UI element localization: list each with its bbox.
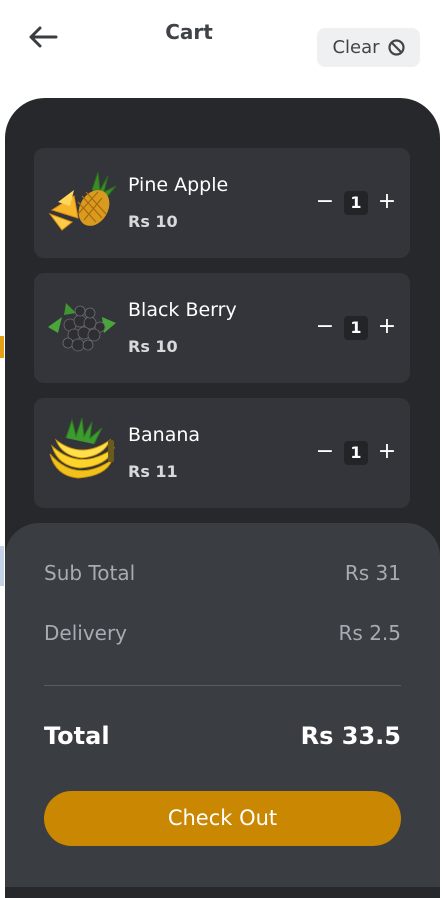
total-row: Total Rs 33.5: [44, 722, 401, 750]
quantity-stepper: − 1 +: [314, 441, 398, 465]
item-price: Rs 11: [128, 462, 178, 481]
page-title: Cart: [165, 20, 213, 44]
increase-button[interactable]: +: [376, 441, 398, 464]
quantity-value: 1: [344, 441, 368, 465]
delivery-label: Delivery: [44, 621, 128, 645]
item-price: Rs 10: [128, 212, 178, 231]
decrease-button[interactable]: −: [314, 441, 336, 464]
subtotal-label: Sub Total: [44, 561, 136, 585]
quantity-value: 1: [344, 316, 368, 340]
clear-button[interactable]: Clear: [317, 28, 420, 67]
banana-image: [49, 418, 115, 479]
increase-button[interactable]: +: [376, 316, 398, 339]
increase-button[interactable]: +: [376, 191, 398, 214]
quantity-value: 1: [344, 191, 368, 215]
pineapple-image: [48, 171, 117, 231]
decrease-button[interactable]: −: [314, 191, 336, 214]
cart-item: Banana Rs 11 − 1 +: [34, 398, 410, 508]
subtotal-row: Sub Total Rs 31: [44, 561, 401, 585]
clear-label: Clear: [332, 37, 380, 58]
cart-item: Black Berry Rs 10 − 1 +: [34, 273, 410, 383]
delivery-value: Rs 2.5: [338, 621, 401, 645]
header: Cart Clear: [0, 0, 442, 100]
item-name: Pine Apple: [128, 174, 229, 196]
quantity-stepper: − 1 +: [314, 191, 398, 215]
item-price: Rs 10: [128, 337, 178, 356]
total-label: Total: [44, 722, 110, 750]
side-accent-secondary: [0, 546, 4, 586]
delivery-row: Delivery Rs 2.5: [44, 621, 401, 645]
blackberry-image: [48, 303, 116, 352]
arrow-left-icon: [29, 26, 58, 48]
item-name: Black Berry: [128, 299, 237, 321]
total-value: Rs 33.5: [300, 722, 401, 750]
back-button[interactable]: [26, 22, 60, 52]
subtotal-value: Rs 31: [344, 561, 401, 585]
checkout-button[interactable]: Check Out: [44, 791, 401, 846]
quantity-stepper: − 1 +: [314, 316, 398, 340]
side-accent: [0, 336, 4, 358]
slash-circle-icon: [387, 39, 405, 56]
divider: [44, 685, 401, 686]
order-summary: Sub Total Rs 31 Delivery Rs 2.5 Total Rs…: [5, 523, 440, 887]
cart-item: Pine Apple Rs 10 − 1 +: [34, 148, 410, 258]
item-name: Banana: [128, 424, 201, 446]
decrease-button[interactable]: −: [314, 316, 336, 339]
